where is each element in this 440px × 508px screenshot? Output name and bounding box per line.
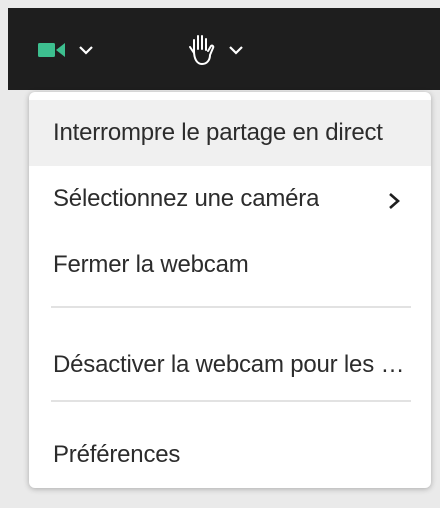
preferences-item[interactable]: Préférences [29, 422, 431, 488]
chevron-down-icon [78, 42, 94, 58]
menu-item-label: Interrompre le partage en direct [53, 119, 383, 146]
camera-menu-button[interactable] [38, 30, 94, 70]
raise-hand-menu-button[interactable] [186, 30, 244, 70]
select-camera-item[interactable]: Sélectionnez une caméra [29, 166, 431, 232]
menu-item-label: Préférences [53, 441, 181, 468]
menu-item-label: Fermer la webcam [53, 251, 249, 278]
meeting-toolbar [8, 8, 440, 90]
chevron-down-icon [228, 42, 244, 58]
video-camera-icon [38, 41, 66, 59]
stop-live-sharing-item[interactable]: Interrompre le partage en direct [29, 100, 431, 166]
close-webcam-item[interactable]: Fermer la webcam [29, 232, 431, 298]
menu-divider [51, 306, 411, 308]
page: Interrompre le partage en direct Sélecti… [0, 0, 440, 508]
camera-dropdown-menu: Interrompre le partage en direct Sélecti… [29, 92, 431, 488]
chevron-right-icon [387, 190, 401, 210]
raise-hand-icon [186, 33, 216, 67]
disable-webcam-for-participants-item[interactable]: Désactiver la webcam pour les pa... [29, 332, 431, 398]
menu-item-label: Sélectionnez une caméra [53, 185, 320, 212]
menu-divider [51, 400, 411, 402]
menu-item-label: Désactiver la webcam pour les pa... [53, 351, 415, 378]
